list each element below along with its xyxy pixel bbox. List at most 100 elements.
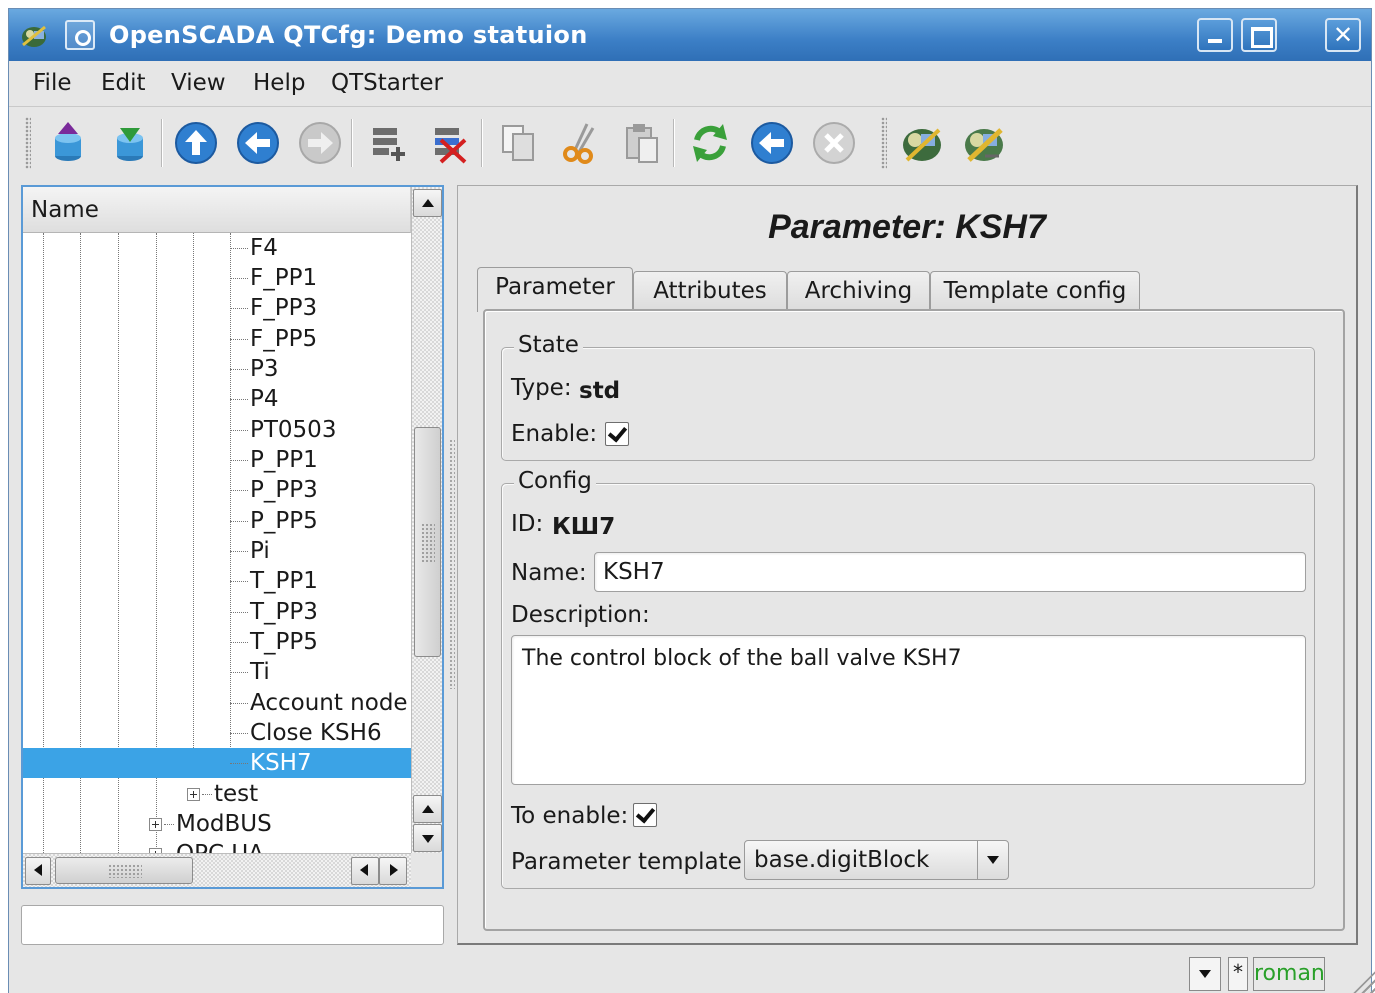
- arrow-left-icon: [360, 864, 368, 876]
- tree-vertical-scrollbar[interactable]: [411, 187, 442, 853]
- add-item-icon[interactable]: [365, 120, 411, 166]
- tree-item[interactable]: Account node: [230, 688, 408, 718]
- minimize-button[interactable]: [1197, 18, 1233, 52]
- description-field[interactable]: The control block of the ball valve KSH7: [511, 635, 1306, 785]
- close-button[interactable]: ✕: [1325, 18, 1361, 52]
- group-title: State: [514, 332, 583, 358]
- tree-item[interactable]: F4: [230, 233, 278, 263]
- menu-help[interactable]: Help: [253, 70, 305, 96]
- arrow-right-icon: [390, 864, 398, 876]
- tab-parameter[interactable]: Parameter: [477, 267, 633, 312]
- forward-icon[interactable]: [297, 120, 343, 166]
- scroll-down-button[interactable]: [413, 824, 442, 852]
- to-enable-checkbox[interactable]: [633, 803, 657, 827]
- scroll-left-button-right[interactable]: [351, 857, 379, 885]
- tree-header-label: Name: [31, 197, 99, 223]
- vertical-scroll-thumb[interactable]: [414, 427, 441, 657]
- tree-item[interactable]: T_PP1: [230, 566, 318, 596]
- toolbar-grip[interactable]: [25, 117, 31, 169]
- tree-item-label: P3: [250, 356, 279, 382]
- openscada-config-icon[interactable]: [961, 120, 1007, 166]
- enable-label: Enable:: [511, 421, 598, 447]
- window-menu-button[interactable]: [65, 20, 95, 50]
- tree-item[interactable]: PT0503: [230, 415, 336, 445]
- status-menu-button[interactable]: [1189, 957, 1221, 991]
- stop-icon[interactable]: [811, 120, 857, 166]
- maximize-button[interactable]: [1241, 18, 1277, 52]
- copy-icon[interactable]: [495, 120, 541, 166]
- tree-item-selected[interactable]: KSH7: [230, 748, 312, 778]
- enable-checkbox[interactable]: [605, 422, 629, 446]
- navigation-tree[interactable]: Name F4 F_PP1 F_PP3 F_PP5 P3 P4 PT0503 P…: [21, 185, 444, 889]
- title-bar[interactable]: OpenSCADA QTCfg: Demo statuion ✕: [9, 9, 1371, 61]
- expand-icon[interactable]: [187, 788, 200, 801]
- tab-archiving[interactable]: Archiving: [787, 271, 930, 311]
- toolbar-separator: [351, 119, 353, 167]
- tree-info-field[interactable]: [21, 905, 444, 945]
- id-value: КШ7: [552, 514, 616, 540]
- expand-icon[interactable]: [149, 818, 162, 831]
- tree-item-label: test: [214, 781, 259, 807]
- template-select[interactable]: base.digitBlock: [744, 840, 1009, 880]
- tree-item[interactable]: F_PP5: [230, 324, 317, 354]
- db-save-icon[interactable]: [107, 120, 153, 166]
- menu-view[interactable]: View: [171, 70, 226, 96]
- db-load-icon[interactable]: [45, 120, 91, 166]
- scroll-up-button-lower[interactable]: [413, 795, 442, 823]
- openscada-icon[interactable]: [899, 120, 945, 166]
- horizontal-scroll-thumb[interactable]: [55, 857, 193, 884]
- panel-splitter[interactable]: [449, 439, 455, 689]
- modified-indicator[interactable]: *: [1228, 957, 1248, 991]
- cut-icon[interactable]: [557, 120, 603, 166]
- user-label[interactable]: roman: [1253, 957, 1325, 991]
- arrow-up-icon: [422, 805, 434, 813]
- tree-item[interactable]: F_PP1: [230, 263, 317, 293]
- openscada-app-icon[interactable]: [19, 21, 49, 49]
- tree-item[interactable]: F_PP3: [230, 293, 317, 323]
- paste-icon[interactable]: [619, 120, 665, 166]
- menu-qtstarter[interactable]: QTStarter: [331, 70, 443, 96]
- tree-item-label: PT0503: [250, 417, 337, 443]
- tree-item-label: Account node: [250, 690, 408, 716]
- tree-item-test[interactable]: test: [187, 779, 258, 809]
- tab-attributes[interactable]: Attributes: [633, 271, 787, 311]
- scroll-up-button[interactable]: [413, 189, 442, 217]
- tree-item[interactable]: P3: [230, 354, 279, 384]
- tree-horizontal-scrollbar[interactable]: [23, 853, 411, 887]
- scroll-right-button[interactable]: [379, 857, 407, 885]
- tree-item-label: P4: [250, 386, 279, 412]
- tree-item[interactable]: T_PP3: [230, 597, 318, 627]
- tree-guide: [193, 233, 194, 778]
- tree-header[interactable]: Name: [23, 187, 411, 233]
- chevron-down-icon: [1199, 970, 1211, 978]
- back-icon[interactable]: [235, 120, 281, 166]
- window-title: OpenSCADA QTCfg: Demo statuion: [109, 21, 588, 49]
- chevron-down-icon[interactable]: [977, 841, 1008, 879]
- delete-item-icon[interactable]: [427, 120, 473, 166]
- tree-item[interactable]: Pi: [230, 536, 270, 566]
- scroll-left-button[interactable]: [25, 857, 51, 885]
- tree-item[interactable]: Close KSH6: [230, 718, 382, 748]
- tree-item[interactable]: P_PP3: [230, 475, 318, 505]
- toolbar-grip[interactable]: [881, 117, 887, 169]
- tree-item-modbus[interactable]: ModBUS: [149, 809, 272, 839]
- up-icon[interactable]: [173, 120, 219, 166]
- refresh-icon[interactable]: [687, 120, 733, 166]
- tree-body[interactable]: F4 F_PP1 F_PP3 F_PP5 P3 P4 PT0503 P_PP1 …: [23, 233, 411, 867]
- menu-file[interactable]: File: [33, 70, 72, 96]
- name-field[interactable]: KSH7: [594, 552, 1306, 592]
- tree-item[interactable]: P4: [230, 384, 279, 414]
- toolbar-separator: [673, 119, 675, 167]
- tree-item[interactable]: P_PP5: [230, 506, 318, 536]
- tree-item[interactable]: P_PP1: [230, 445, 318, 475]
- template-label: Parameter template:: [511, 849, 750, 875]
- tree-item-label: P_PP5: [250, 508, 318, 534]
- group-title: Config: [514, 468, 596, 494]
- tree-item[interactable]: Ti: [230, 657, 270, 687]
- tab-template-config[interactable]: Template config: [930, 271, 1140, 311]
- start-icon[interactable]: [749, 120, 795, 166]
- resize-grip[interactable]: [1349, 969, 1375, 993]
- menu-edit[interactable]: Edit: [101, 70, 146, 96]
- name-label: Name:: [511, 560, 587, 586]
- tree-item[interactable]: T_PP5: [230, 627, 318, 657]
